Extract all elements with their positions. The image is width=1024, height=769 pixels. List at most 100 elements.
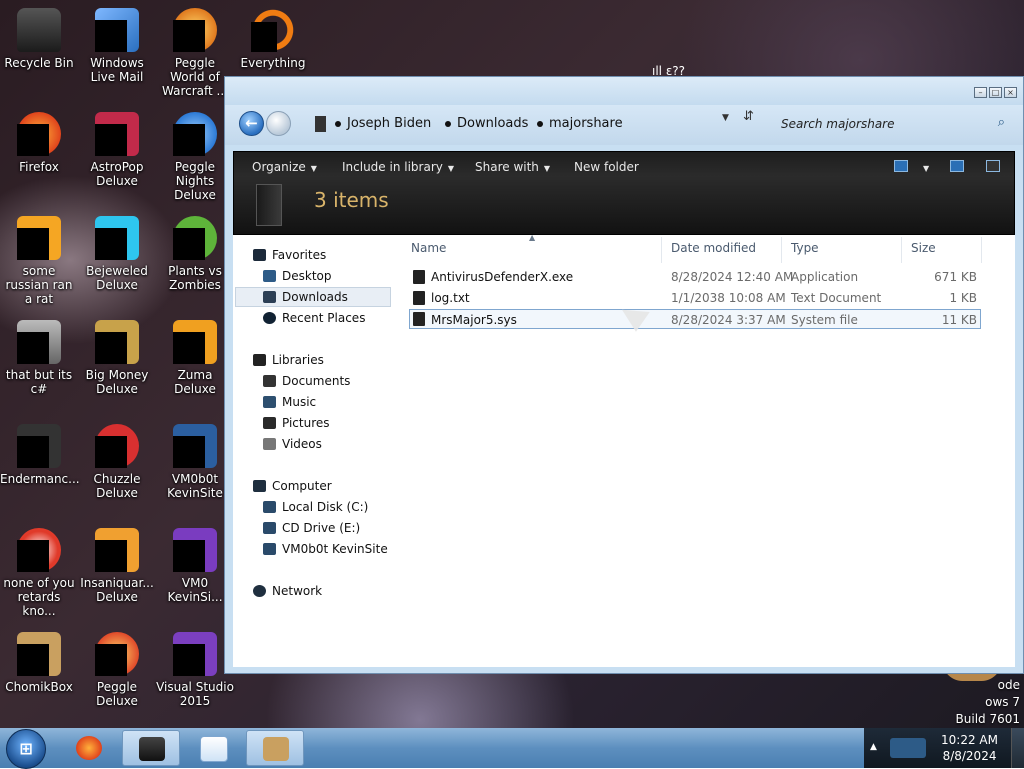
share-with-button[interactable]: Share with ▼	[475, 160, 550, 174]
desktop-icon-label: some russian ran a rat	[5, 264, 73, 306]
breadcrumb-separator	[335, 121, 341, 127]
desktop-icon-plants-vs-zombies[interactable]: Plants vs Zombies	[156, 216, 234, 292]
search-input[interactable]: Search majorshare	[781, 117, 894, 131]
network-icon	[253, 585, 266, 597]
nav-local-disk[interactable]: Local Disk (C:)	[263, 497, 368, 517]
taskbar-explorer[interactable]	[122, 730, 180, 766]
folder-icon	[139, 737, 165, 761]
nav-computer[interactable]: Computer	[253, 476, 332, 496]
desktop-icon-zuma[interactable]: Zuma Deluxe	[156, 320, 234, 396]
desktop-icon-label: Peggle World of Warcraft ...	[162, 56, 228, 98]
tray-app-icon[interactable]	[890, 738, 926, 758]
sort-ascending-icon: ▲	[529, 233, 536, 242]
nav-desktop[interactable]: Desktop	[263, 266, 332, 286]
start-button[interactable]: ⊞	[6, 729, 46, 769]
nav-vm0b0t-kevinsite[interactable]: VM0b0t KevinSite	[263, 539, 388, 559]
desktop-icon-peggle-deluxe[interactable]: Peggle Deluxe	[78, 632, 156, 708]
desktop-icon-some-russian[interactable]: some russian ran a rat	[0, 216, 78, 306]
nav-documents[interactable]: Documents	[263, 371, 350, 391]
breadcrumb-majorshare[interactable]: majorshare	[549, 112, 623, 136]
window-titlebar[interactable]: – □ ×	[225, 77, 1023, 105]
clock[interactable]: 10:22 AM 8/8/2024	[941, 732, 998, 764]
nav-videos[interactable]: Videos	[263, 434, 322, 454]
desktop-icon-windows-live-mail[interactable]: Windows Live Mail	[78, 8, 156, 84]
taskbar-media-player[interactable]	[184, 730, 242, 766]
column-header-size[interactable]: Size	[911, 241, 936, 255]
maximize-button[interactable]: □	[989, 87, 1002, 98]
desktop-icon-label: Endermanc...	[0, 472, 80, 486]
desktop-icon-vm0b0t[interactable]: VM0b0t KevinSite	[156, 424, 234, 500]
desktop-icon-label: Windows Live Mail	[90, 56, 144, 84]
application-file-icon	[413, 270, 425, 284]
column-header-name[interactable]: Name	[411, 241, 446, 255]
column-header-date[interactable]: Date modified	[671, 241, 756, 255]
back-button[interactable]: ←	[239, 111, 264, 136]
desktop-icon-recycle-bin[interactable]: Recycle Bin	[0, 8, 78, 70]
forward-button[interactable]	[266, 111, 291, 136]
nav-music[interactable]: Music	[263, 392, 316, 412]
pictures-icon	[263, 417, 276, 429]
desktop-icon-vm0-kevinsite[interactable]: VM0 KevinSi...	[156, 528, 234, 604]
breadcrumb-joseph-biden[interactable]: Joseph Biden	[347, 112, 431, 136]
desktop-icon-label: VM0 KevinSi...	[167, 576, 223, 604]
file-name: log.txt	[431, 291, 470, 305]
nav-pictures[interactable]: Pictures	[263, 413, 330, 433]
desktop-icon-big-money[interactable]: Big Money Deluxe	[78, 320, 156, 396]
column-header-type[interactable]: Type	[791, 241, 819, 255]
address-dropdown-icon[interactable]: ▼	[722, 113, 729, 123]
address-bar[interactable]: Joseph Biden Downloads majorshare	[309, 112, 759, 136]
file-row-selected[interactable]: MrsMajor5.sys 8/28/2024 3:37 AM System f…	[409, 309, 981, 329]
taskbar-chomikbox[interactable]	[246, 730, 304, 766]
preview-pane-icon[interactable]	[950, 160, 964, 172]
desktop-icon-that-but-c[interactable]: that but its c#	[0, 320, 78, 396]
include-in-library-button[interactable]: Include in library ▼	[342, 160, 454, 174]
organize-button[interactable]: Organize ▼	[252, 160, 317, 174]
breadcrumb-downloads[interactable]: Downloads	[457, 112, 528, 136]
desktop-icon-peggle-nights[interactable]: Peggle Nights Deluxe	[156, 112, 234, 202]
taskbar-firefox[interactable]	[60, 730, 118, 766]
windows-logo-icon: ⊞	[19, 739, 33, 758]
refresh-icon[interactable]: ⇵	[743, 109, 754, 124]
new-folder-button[interactable]: New folder	[574, 160, 639, 174]
desktop-icon-peggle-wow[interactable]: Peggle World of Warcraft ...	[156, 8, 234, 98]
items-count: 3 items	[314, 188, 389, 212]
desktop-icon-label: Zuma Deluxe	[174, 368, 216, 396]
nav-favorites[interactable]: Favorites	[253, 245, 326, 265]
desktop-icon-visual-studio[interactable]: Visual Studio 2015	[156, 632, 234, 708]
file-name: MrsMajor5.sys	[431, 313, 517, 327]
show-hidden-icons-button[interactable]: ▲	[870, 742, 877, 752]
nav-libraries[interactable]: Libraries	[253, 350, 324, 370]
close-button[interactable]: ×	[1004, 87, 1017, 98]
desktop-icon-bejeweled[interactable]: Bejeweled Deluxe	[78, 216, 156, 292]
desktop-icon-chuzzle[interactable]: Chuzzle Deluxe	[78, 424, 156, 500]
change-view-icon[interactable]	[894, 160, 908, 172]
search-icon[interactable]: ⌕	[998, 115, 1005, 130]
minimize-button[interactable]: –	[974, 87, 987, 98]
nav-network[interactable]: Network	[253, 581, 322, 601]
nav-cd-drive[interactable]: CD Drive (E:)	[263, 518, 360, 538]
desktop-icon-endermanc[interactable]: Endermanc...	[0, 424, 80, 486]
chevron-down-icon: ▼	[447, 164, 455, 173]
system-file-icon	[413, 312, 425, 326]
nav-recent-places[interactable]: Recent Places	[263, 308, 365, 328]
desktop-icon-label: Insaniquar... Deluxe	[80, 576, 154, 604]
file-size: 671 KB	[934, 270, 977, 284]
file-size: 1 KB	[949, 291, 977, 305]
desktop-icon-label: ChomikBox	[5, 680, 73, 694]
desktop-icon-insaniquarium[interactable]: Insaniquar... Deluxe	[78, 528, 156, 604]
nav-downloads[interactable]: Downloads	[263, 287, 348, 307]
view-dropdown-icon[interactable]: ▼	[918, 160, 929, 174]
desktop-icon-none-of-you[interactable]: none of you retards kno...	[0, 528, 78, 618]
star-icon	[253, 249, 266, 261]
file-row[interactable]: log.txt 1/1/2038 10:08 AM Text Document …	[409, 288, 981, 308]
file-row[interactable]: AntivirusDefenderX.exe 8/28/2024 12:40 A…	[409, 267, 981, 287]
music-icon	[263, 396, 276, 408]
desktop-icon-chomikbox[interactable]: ChomikBox	[0, 632, 78, 694]
desktop-icon-astropop[interactable]: AstroPop Deluxe	[78, 112, 156, 188]
show-desktop-button[interactable]	[1011, 728, 1024, 768]
desktop-icon-everything[interactable]: Everything	[234, 8, 312, 70]
help-icon[interactable]	[986, 160, 1000, 172]
desktop-icon-label: Chuzzle Deluxe	[93, 472, 141, 500]
search-box[interactable]: Search majorshare ⌕	[771, 111, 1011, 137]
desktop-icon-firefox[interactable]: Firefox	[0, 112, 78, 174]
